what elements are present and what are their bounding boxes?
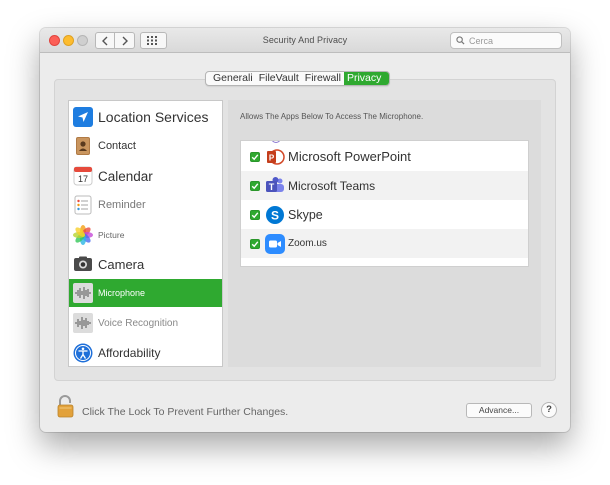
allow-checkbox[interactable]: [250, 238, 260, 249]
photos-flower-icon: [73, 225, 93, 245]
sidebar-item-label: Affordability: [98, 346, 161, 360]
sidebar-item-camera[interactable]: Camera: [69, 250, 222, 278]
sidebar-item-label: Contact: [98, 140, 136, 152]
preferences-window: Security And Privacy Generali FileVault …: [40, 28, 570, 432]
tab-filevault[interactable]: FileVault: [256, 72, 302, 85]
svg-text:17: 17: [78, 174, 88, 184]
app-row-zoom[interactable]: Zoom.us: [241, 229, 528, 258]
calendar-icon: 17: [73, 166, 93, 186]
app-permissions-list[interactable]: P Microsoft PowerPoint T Microsoft Teams…: [240, 140, 529, 267]
app-name: Zoom.us: [288, 238, 327, 249]
search-icon: [456, 36, 465, 45]
svg-text:T: T: [269, 182, 275, 192]
camera-icon: [73, 254, 93, 274]
checkmark-icon: [251, 153, 259, 160]
allow-checkbox[interactable]: [250, 209, 260, 220]
app-name: Microsoft Teams: [288, 178, 376, 193]
sidebar-item-reminder[interactable]: Reminder: [69, 191, 222, 219]
sidebar-item-label: Camera: [98, 256, 145, 272]
sidebar-item-voice-recognition[interactable]: Voice Recognition: [69, 309, 222, 337]
help-button[interactable]: ?: [541, 402, 557, 418]
sidebar-item-label: Microphone: [98, 288, 146, 298]
app-row-teams[interactable]: T Microsoft Teams: [241, 171, 528, 200]
sidebar-item-label: Voice Recognition: [98, 317, 179, 329]
sidebar-item-location-services[interactable]: Location Services: [69, 103, 222, 131]
tab-bar: Generali FileVault Firewall Privacy: [205, 71, 391, 86]
microphone-waveform-icon: [73, 283, 93, 303]
sidebar-item-calendar[interactable]: 17 Calendar: [69, 162, 222, 190]
app-name: Microsoft PowerPoint: [288, 149, 411, 164]
search-field[interactable]: [450, 32, 562, 49]
svg-text:S: S: [271, 208, 279, 222]
powerpoint-icon: P: [265, 147, 285, 167]
advanced-button[interactable]: Advance...: [466, 403, 532, 418]
sidebar-item-label: Calendar: [98, 168, 153, 184]
sidebar-item-affordability[interactable]: Affordability: [69, 339, 222, 366]
app-name: Skype: [288, 207, 323, 222]
checkmark-icon: [251, 240, 259, 247]
skype-icon: S: [265, 205, 285, 225]
allow-checkbox[interactable]: [250, 151, 260, 162]
svg-text:P: P: [269, 153, 275, 162]
tab-firewall[interactable]: Firewall: [302, 72, 344, 85]
sidebar-item-label: Reminder: [98, 199, 146, 211]
lock-hint-text: Click The Lock To Prevent Further Change…: [82, 406, 289, 418]
allow-checkbox[interactable]: [250, 180, 260, 191]
location-arrow-icon: [73, 107, 93, 127]
sidebar-item-label: Location Services: [98, 109, 209, 125]
padlock-icon: [57, 395, 74, 418]
app-row-powerpoint[interactable]: P Microsoft PowerPoint: [241, 142, 528, 171]
privacy-category-list[interactable]: Location Services Contact 17 Calendar Re…: [68, 100, 223, 367]
sidebar-item-label: Picture: [98, 230, 125, 240]
lock-button[interactable]: [56, 394, 76, 425]
accessibility-icon: [73, 343, 93, 363]
contacts-book-icon: [73, 136, 93, 156]
teams-icon: T: [265, 176, 285, 196]
sidebar-item-microphone[interactable]: Microphone: [69, 279, 222, 307]
permission-description: Allows The Apps Below To Access The Micr…: [240, 112, 424, 121]
checkmark-icon: [251, 182, 259, 189]
title-bar[interactable]: Security And Privacy: [40, 28, 570, 53]
tab-general[interactable]: Generali: [206, 72, 256, 85]
app-row-skype[interactable]: S Skype: [241, 200, 528, 229]
sidebar-item-contact[interactable]: Contact: [69, 132, 222, 160]
reminders-list-icon: [73, 195, 93, 215]
search-input[interactable]: [469, 35, 559, 46]
tab-privacy[interactable]: Privacy: [343, 72, 390, 85]
sidebar-item-picture[interactable]: Picture: [69, 221, 222, 249]
checkmark-icon: [251, 211, 259, 218]
zoom-camera-icon: [265, 233, 285, 254]
voice-waveform-icon: [73, 313, 93, 333]
